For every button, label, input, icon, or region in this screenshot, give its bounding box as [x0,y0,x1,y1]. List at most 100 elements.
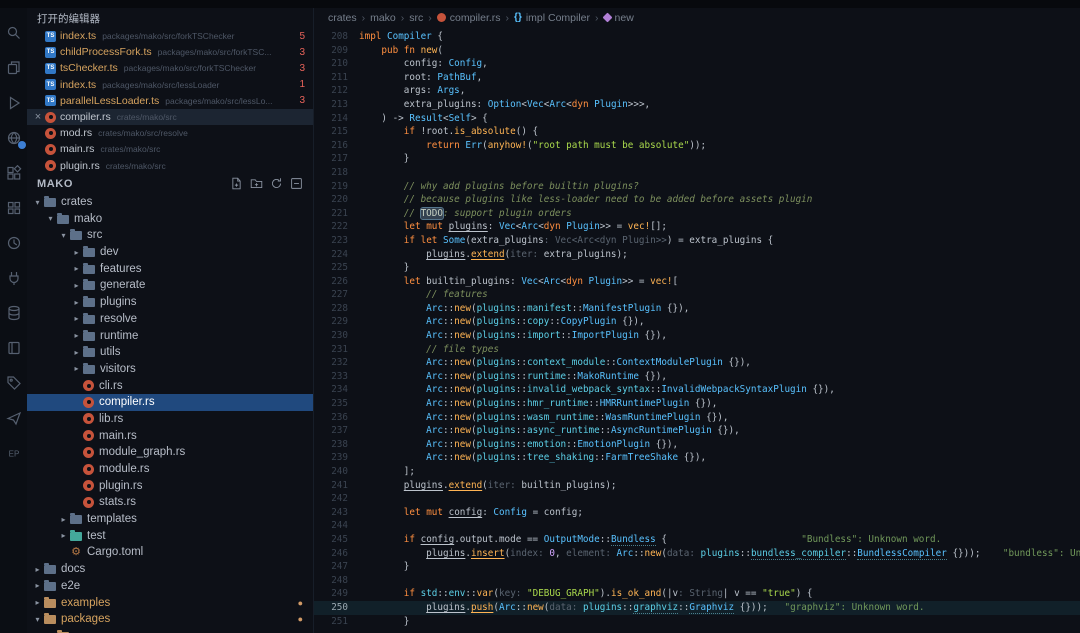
open-editor-item[interactable]: mod.rscrates/mako/src/resolve [27,125,313,141]
ep-icon[interactable]: EP [5,444,23,462]
line-number[interactable]: 219 [314,180,348,194]
explorer-item-dev[interactable]: ▸dev [27,244,313,261]
explorer-section-header[interactable]: MAKO [27,174,313,194]
explorer-item-cli-rs[interactable]: cli.rs [27,377,313,394]
explorer-item-packages[interactable]: ▾packages● [27,611,313,628]
code-line[interactable]: 243 let mut config: Config = config; [314,506,1080,520]
explorer-item-module-graph-rs[interactable]: module_graph.rs [27,444,313,461]
explorer-item-plugins[interactable]: ▸plugins [27,294,313,311]
open-editor-item[interactable]: TSindex.tspackages/mako/src/lessLoader1 [27,77,313,93]
breadcrumb-item[interactable]: src [409,12,423,24]
explorer-item-test[interactable]: ▸test [27,527,313,544]
code-line[interactable]: 239 Arc::new(plugins::tree_shaking::Farm… [314,451,1080,465]
code-line[interactable]: 235 Arc::new(plugins::hmr_runtime::HMRRu… [314,397,1080,411]
new-file-icon[interactable] [230,177,243,190]
code-line[interactable]: 249 if std::env::var(key: "DEBUG_GRAPH")… [314,587,1080,601]
line-number[interactable]: 226 [314,275,348,289]
code-editor[interactable]: 208impl Compiler {209 pub fn new(210 con… [314,30,1080,628]
line-number[interactable]: 208 [314,30,348,44]
line-number[interactable]: 235 [314,397,348,411]
explorer-item-mako[interactable]: ▾mako [27,210,313,227]
line-number[interactable]: 238 [314,438,348,452]
breadcrumb-item[interactable]: crates [328,12,357,24]
explorer-item-examples[interactable]: ▸examples● [27,594,313,611]
line-number[interactable]: 243 [314,506,348,520]
line-number[interactable]: 246 [314,547,348,561]
open-editor-item[interactable]: ×compiler.rscrates/mako/src [27,109,313,125]
database-icon[interactable] [5,304,23,322]
open-editor-item[interactable]: TSchildProcessFork.tspackages/mako/src/f… [27,44,313,60]
explorer-item-lib-rs[interactable]: lib.rs [27,411,313,428]
code-line[interactable]: 231 // file types [314,343,1080,357]
files-icon[interactable] [5,59,23,77]
line-number[interactable]: 236 [314,411,348,425]
explorer-item-features[interactable]: ▸features [27,260,313,277]
remote-icon[interactable] [5,129,23,147]
code-line[interactable]: 210 config: Config, [314,57,1080,71]
line-number[interactable]: 229 [314,315,348,329]
line-number[interactable]: 245 [314,533,348,547]
open-editor-item[interactable]: TSparallelLessLoader.tspackages/mako/src… [27,93,313,109]
explorer-item-compiler-rs[interactable]: compiler.rs [27,394,313,411]
open-editors-header[interactable]: 打开的编辑器 [27,8,313,28]
line-number[interactable]: 247 [314,560,348,574]
code-line[interactable]: 217 } [314,152,1080,166]
search-icon[interactable] [5,24,23,42]
explorer-item-visitors[interactable]: ▸visitors [27,361,313,378]
code-line[interactable]: 215 if !root.is_absolute() { [314,125,1080,139]
code-line[interactable]: 223 if let Some(extra_plugins: Vec<Arc<d… [314,234,1080,248]
line-number[interactable]: 249 [314,587,348,601]
explorer-item-crates[interactable]: ▾crates [27,194,313,211]
code-line[interactable]: 251 } [314,615,1080,629]
code-line[interactable]: 221 // TODO: support plugin orders [314,207,1080,221]
explorer-item-e2e[interactable]: ▸e2e [27,578,313,595]
code-line[interactable]: 216 return Err(anyhow!("root path must b… [314,139,1080,153]
line-number[interactable]: 218 [314,166,348,180]
line-number[interactable]: 225 [314,261,348,275]
line-number[interactable]: 242 [314,492,348,506]
line-number[interactable]: 237 [314,424,348,438]
code-line[interactable]: 233 Arc::new(plugins::runtime::MakoRunti… [314,370,1080,384]
line-number[interactable]: 241 [314,479,348,493]
send-icon[interactable] [5,409,23,427]
clock-icon[interactable] [5,234,23,252]
code-line[interactable]: 211 root: PathBuf, [314,71,1080,85]
explorer-item-utils[interactable]: ▸utils [27,344,313,361]
explorer-item-module-rs[interactable]: module.rs [27,461,313,478]
breadcrumb-item[interactable]: new [604,12,634,24]
code-line[interactable]: 227 // features [314,288,1080,302]
line-number[interactable]: 217 [314,152,348,166]
new-folder-icon[interactable] [250,177,263,190]
code-line[interactable]: 222 let mut plugins: Vec<Arc<dyn Plugin>… [314,220,1080,234]
explorer-item[interactable]: ▸ [27,628,313,633]
extensions-icon[interactable] [5,164,23,182]
code-line[interactable]: 225 } [314,261,1080,275]
code-line[interactable]: 228 Arc::new(plugins::manifest::Manifest… [314,302,1080,316]
line-number[interactable]: 251 [314,615,348,629]
code-line[interactable]: 213 extra_plugins: Option<Vec<Arc<dyn Pl… [314,98,1080,112]
line-number[interactable]: 231 [314,343,348,357]
line-number[interactable]: 210 [314,57,348,71]
line-number[interactable]: 234 [314,383,348,397]
plug-icon[interactable] [5,269,23,287]
line-number[interactable]: 216 [314,139,348,153]
explorer-item-stats-rs[interactable]: stats.rs [27,494,313,511]
explorer-item-templates[interactable]: ▸templates [27,511,313,528]
code-line[interactable]: 244 [314,519,1080,533]
code-line[interactable]: 220 // because plugins like less-loader … [314,193,1080,207]
line-number[interactable]: 227 [314,288,348,302]
code-line[interactable]: 248 [314,574,1080,588]
explorer-item-plugin-rs[interactable]: plugin.rs [27,477,313,494]
line-number[interactable]: 209 [314,44,348,58]
code-line[interactable]: 208impl Compiler { [314,30,1080,44]
line-number[interactable]: 224 [314,248,348,262]
line-number[interactable]: 232 [314,356,348,370]
explorer-item-generate[interactable]: ▸generate [27,277,313,294]
explorer-item-resolve[interactable]: ▸resolve [27,311,313,328]
code-line[interactable]: 242 [314,492,1080,506]
collapse-all-icon[interactable] [290,177,303,190]
open-editor-item[interactable]: TStsChecker.tspackages/mako/src/forkTSCh… [27,60,313,76]
line-number[interactable]: 248 [314,574,348,588]
code-line[interactable]: 224 plugins.extend(iter: extra_plugins); [314,248,1080,262]
code-line[interactable]: 240 ]; [314,465,1080,479]
